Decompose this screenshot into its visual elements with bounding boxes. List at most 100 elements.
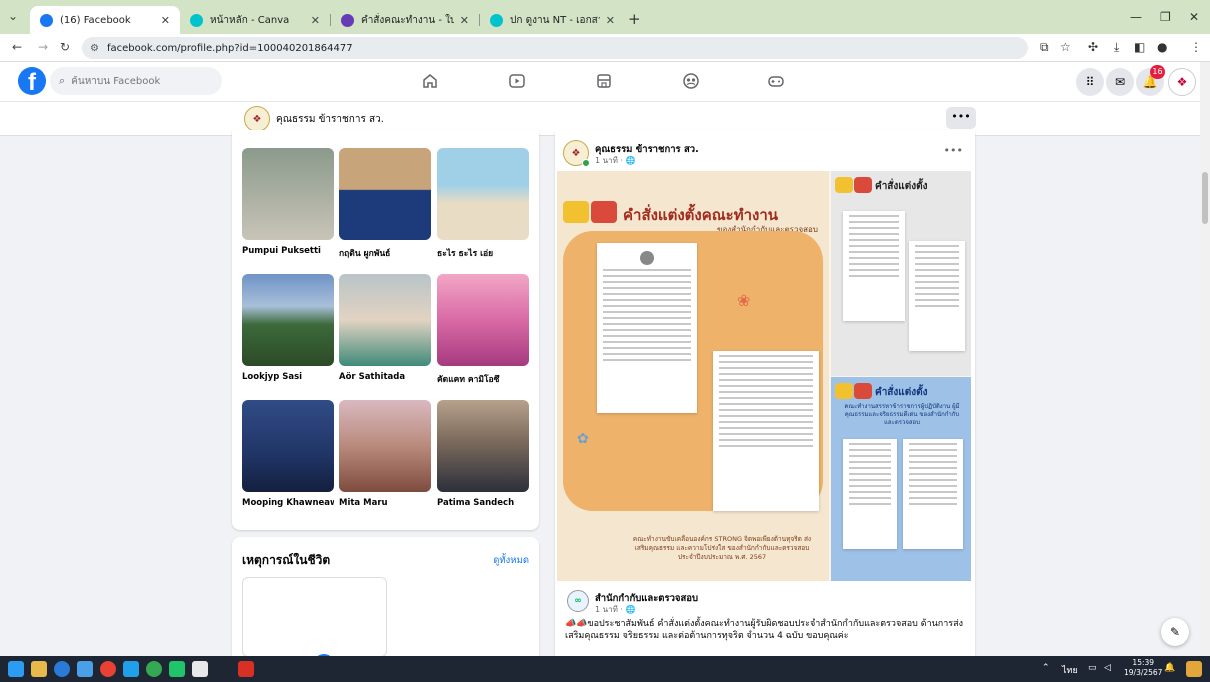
facebook-logo-icon[interactable]: f <box>18 67 46 95</box>
profile-name[interactable]: คุณธรรม ข้าราชการ สว. <box>276 112 384 127</box>
friend-item[interactable]: Lookjyp Sasi <box>242 274 334 382</box>
friend-photo[interactable] <box>242 400 334 492</box>
chrome-profile-icon[interactable] <box>146 661 162 677</box>
cast-icon[interactable]: ⧉ <box>1040 40 1049 55</box>
friend-name[interactable]: Aör Sathitada <box>339 372 431 382</box>
tab-forms[interactable]: คำสั่งคณะทำงาน - ใบสดอร์ ✕ <box>331 6 479 34</box>
friend-photo[interactable] <box>437 148 529 240</box>
line-app-icon[interactable] <box>169 661 185 677</box>
post-time[interactable]: 1 นาที · 🌐 <box>595 154 635 167</box>
scrollbar-thumb[interactable] <box>1202 172 1208 224</box>
link-app-icon[interactable] <box>123 661 139 677</box>
friend-photo[interactable] <box>339 400 431 492</box>
profile-icon[interactable]: ● <box>1157 40 1167 54</box>
post-options-button[interactable]: ••• <box>944 144 963 157</box>
friend-item[interactable]: ธะไร ธะไร เอ่ย <box>437 148 529 260</box>
home-icon[interactable] <box>421 72 439 90</box>
new-tab-button[interactable]: + <box>628 10 641 28</box>
tray-chevron-icon[interactable]: ⌃ <box>1042 663 1050 673</box>
profile-more-button[interactable]: ••• <box>946 107 976 129</box>
post-image[interactable]: คำสั่งแต่งตั้งคณะทำงาน ของสำนักกำกับและต… <box>557 171 971 581</box>
language-indicator[interactable]: ไทย <box>1062 663 1078 677</box>
minimize-icon[interactable]: — <box>1130 10 1142 24</box>
friend-photo[interactable] <box>437 274 529 366</box>
tab-search-icon[interactable]: ⌄ <box>8 9 18 23</box>
groups-icon[interactable] <box>682 72 700 90</box>
edge-icon[interactable] <box>54 661 70 677</box>
notification-tray-icon[interactable]: 🔔 <box>1164 663 1175 673</box>
friend-name[interactable]: Patima Sandech <box>437 498 529 508</box>
extensions-icon[interactable]: ✣ <box>1088 40 1098 54</box>
notification-badge: 16 <box>1150 65 1165 79</box>
window-close-icon[interactable]: ✕ <box>1189 10 1199 24</box>
friend-photo[interactable] <box>242 148 334 240</box>
tab-document[interactable]: ปก ดูงาน NT - เอกสาร (A4) ✕ <box>480 6 625 34</box>
shared-post-avatar[interactable]: ∞ <box>567 590 589 612</box>
page-scrollbar[interactable] <box>1200 62 1210 656</box>
online-status-dot <box>582 159 590 167</box>
account-avatar[interactable]: ❖ <box>1168 68 1196 96</box>
messenger-icon[interactable]: ✉ <box>1106 68 1134 96</box>
friend-name[interactable]: คัดแคท คามิโอซึ <box>437 372 529 386</box>
see-all-link[interactable]: ดูทั้งหมด <box>493 553 529 568</box>
tab-canva[interactable]: หน้าหลัก - Canva ✕ <box>180 6 330 34</box>
friend-photo[interactable] <box>339 148 431 240</box>
restore-icon[interactable]: ❐ <box>1160 10 1171 24</box>
gaming-icon[interactable] <box>767 72 785 90</box>
friend-photo[interactable] <box>437 400 529 492</box>
friend-item[interactable]: Mita Maru <box>339 400 431 508</box>
close-icon[interactable]: ✕ <box>606 14 615 27</box>
smart-logo-icon <box>835 383 853 399</box>
taskbar-clock[interactable]: 15:39 19/3/2567 <box>1124 658 1162 678</box>
address-bar[interactable]: ⚙ facebook.com/profile.php?id=1000402018… <box>82 37 1028 59</box>
marketplace-icon[interactable] <box>595 72 613 90</box>
friend-item[interactable]: กฤติน ผูกพันธ์ <box>339 148 431 260</box>
new-message-button[interactable]: ✎ <box>1161 618 1189 646</box>
search-input[interactable] <box>71 75 212 87</box>
friend-name[interactable]: กฤติน ผูกพันธ์ <box>339 246 431 260</box>
friend-item[interactable]: Mooping Khawneaw <box>242 400 334 508</box>
facebook-search[interactable]: ⌕ <box>50 67 222 95</box>
friend-name[interactable]: Mooping Khawneaw <box>242 498 334 508</box>
friend-item[interactable]: Patima Sandech <box>437 400 529 508</box>
shared-post-time[interactable]: 1 นาที · 🌐 <box>595 603 635 616</box>
right-top-heading: คำสั่งแต่งตั้ง <box>875 181 928 192</box>
friend-photo[interactable] <box>339 274 431 366</box>
friend-name[interactable]: Lookjyp Sasi <box>242 372 334 382</box>
forward-icon[interactable]: → <box>38 40 48 54</box>
browser-menu-icon[interactable]: ⋮ <box>1190 40 1202 54</box>
pdf-app-icon[interactable] <box>238 661 254 677</box>
friend-name[interactable]: ธะไร ธะไร เอ่ย <box>437 246 529 260</box>
friend-item[interactable]: Aör Sathitada <box>339 274 431 382</box>
strong-logo-icon <box>854 177 872 193</box>
reload-icon[interactable]: ↻ <box>60 40 70 54</box>
volume-icon[interactable]: ◁ <box>1104 663 1111 673</box>
windows-start-icon[interactable] <box>8 661 24 677</box>
photo-app-icon[interactable] <box>192 661 208 677</box>
tab-facebook[interactable]: (16) Facebook ✕ <box>30 6 180 34</box>
file-explorer-icon[interactable] <box>31 661 47 677</box>
profile-avatar[interactable]: ❖ <box>244 106 270 132</box>
back-icon[interactable]: ← <box>12 40 22 54</box>
friend-photo[interactable] <box>242 274 334 366</box>
bookmark-star-icon[interactable]: ☆ <box>1060 40 1071 54</box>
friend-item[interactable]: Pumpui Puksetti <box>242 148 334 256</box>
menu-grid-icon[interactable]: ⠿ <box>1076 68 1104 96</box>
close-icon[interactable]: ✕ <box>161 14 170 27</box>
site-info-icon[interactable]: ⚙ <box>90 43 99 54</box>
friend-name[interactable]: Pumpui Puksetti <box>242 246 334 256</box>
life-event-tile[interactable] <box>242 577 387 676</box>
close-icon[interactable]: ✕ <box>460 14 469 27</box>
chrome-icon[interactable] <box>100 661 116 677</box>
close-icon[interactable]: ✕ <box>311 14 320 27</box>
friend-name[interactable]: Mita Maru <box>339 498 431 508</box>
network-icon[interactable]: ▭ <box>1088 663 1097 673</box>
widget-icon[interactable] <box>1186 661 1202 677</box>
friend-item[interactable]: คัดแคท คามิโอซึ <box>437 274 529 386</box>
tab-title: (16) Facebook <box>60 14 131 26</box>
sidepanel-icon[interactable]: ◧ <box>1134 40 1145 54</box>
video-icon[interactable] <box>508 72 526 90</box>
download-icon[interactable]: ⤓ <box>1114 40 1119 55</box>
flower-icon: ✿ <box>577 431 589 447</box>
store-icon[interactable] <box>77 661 93 677</box>
